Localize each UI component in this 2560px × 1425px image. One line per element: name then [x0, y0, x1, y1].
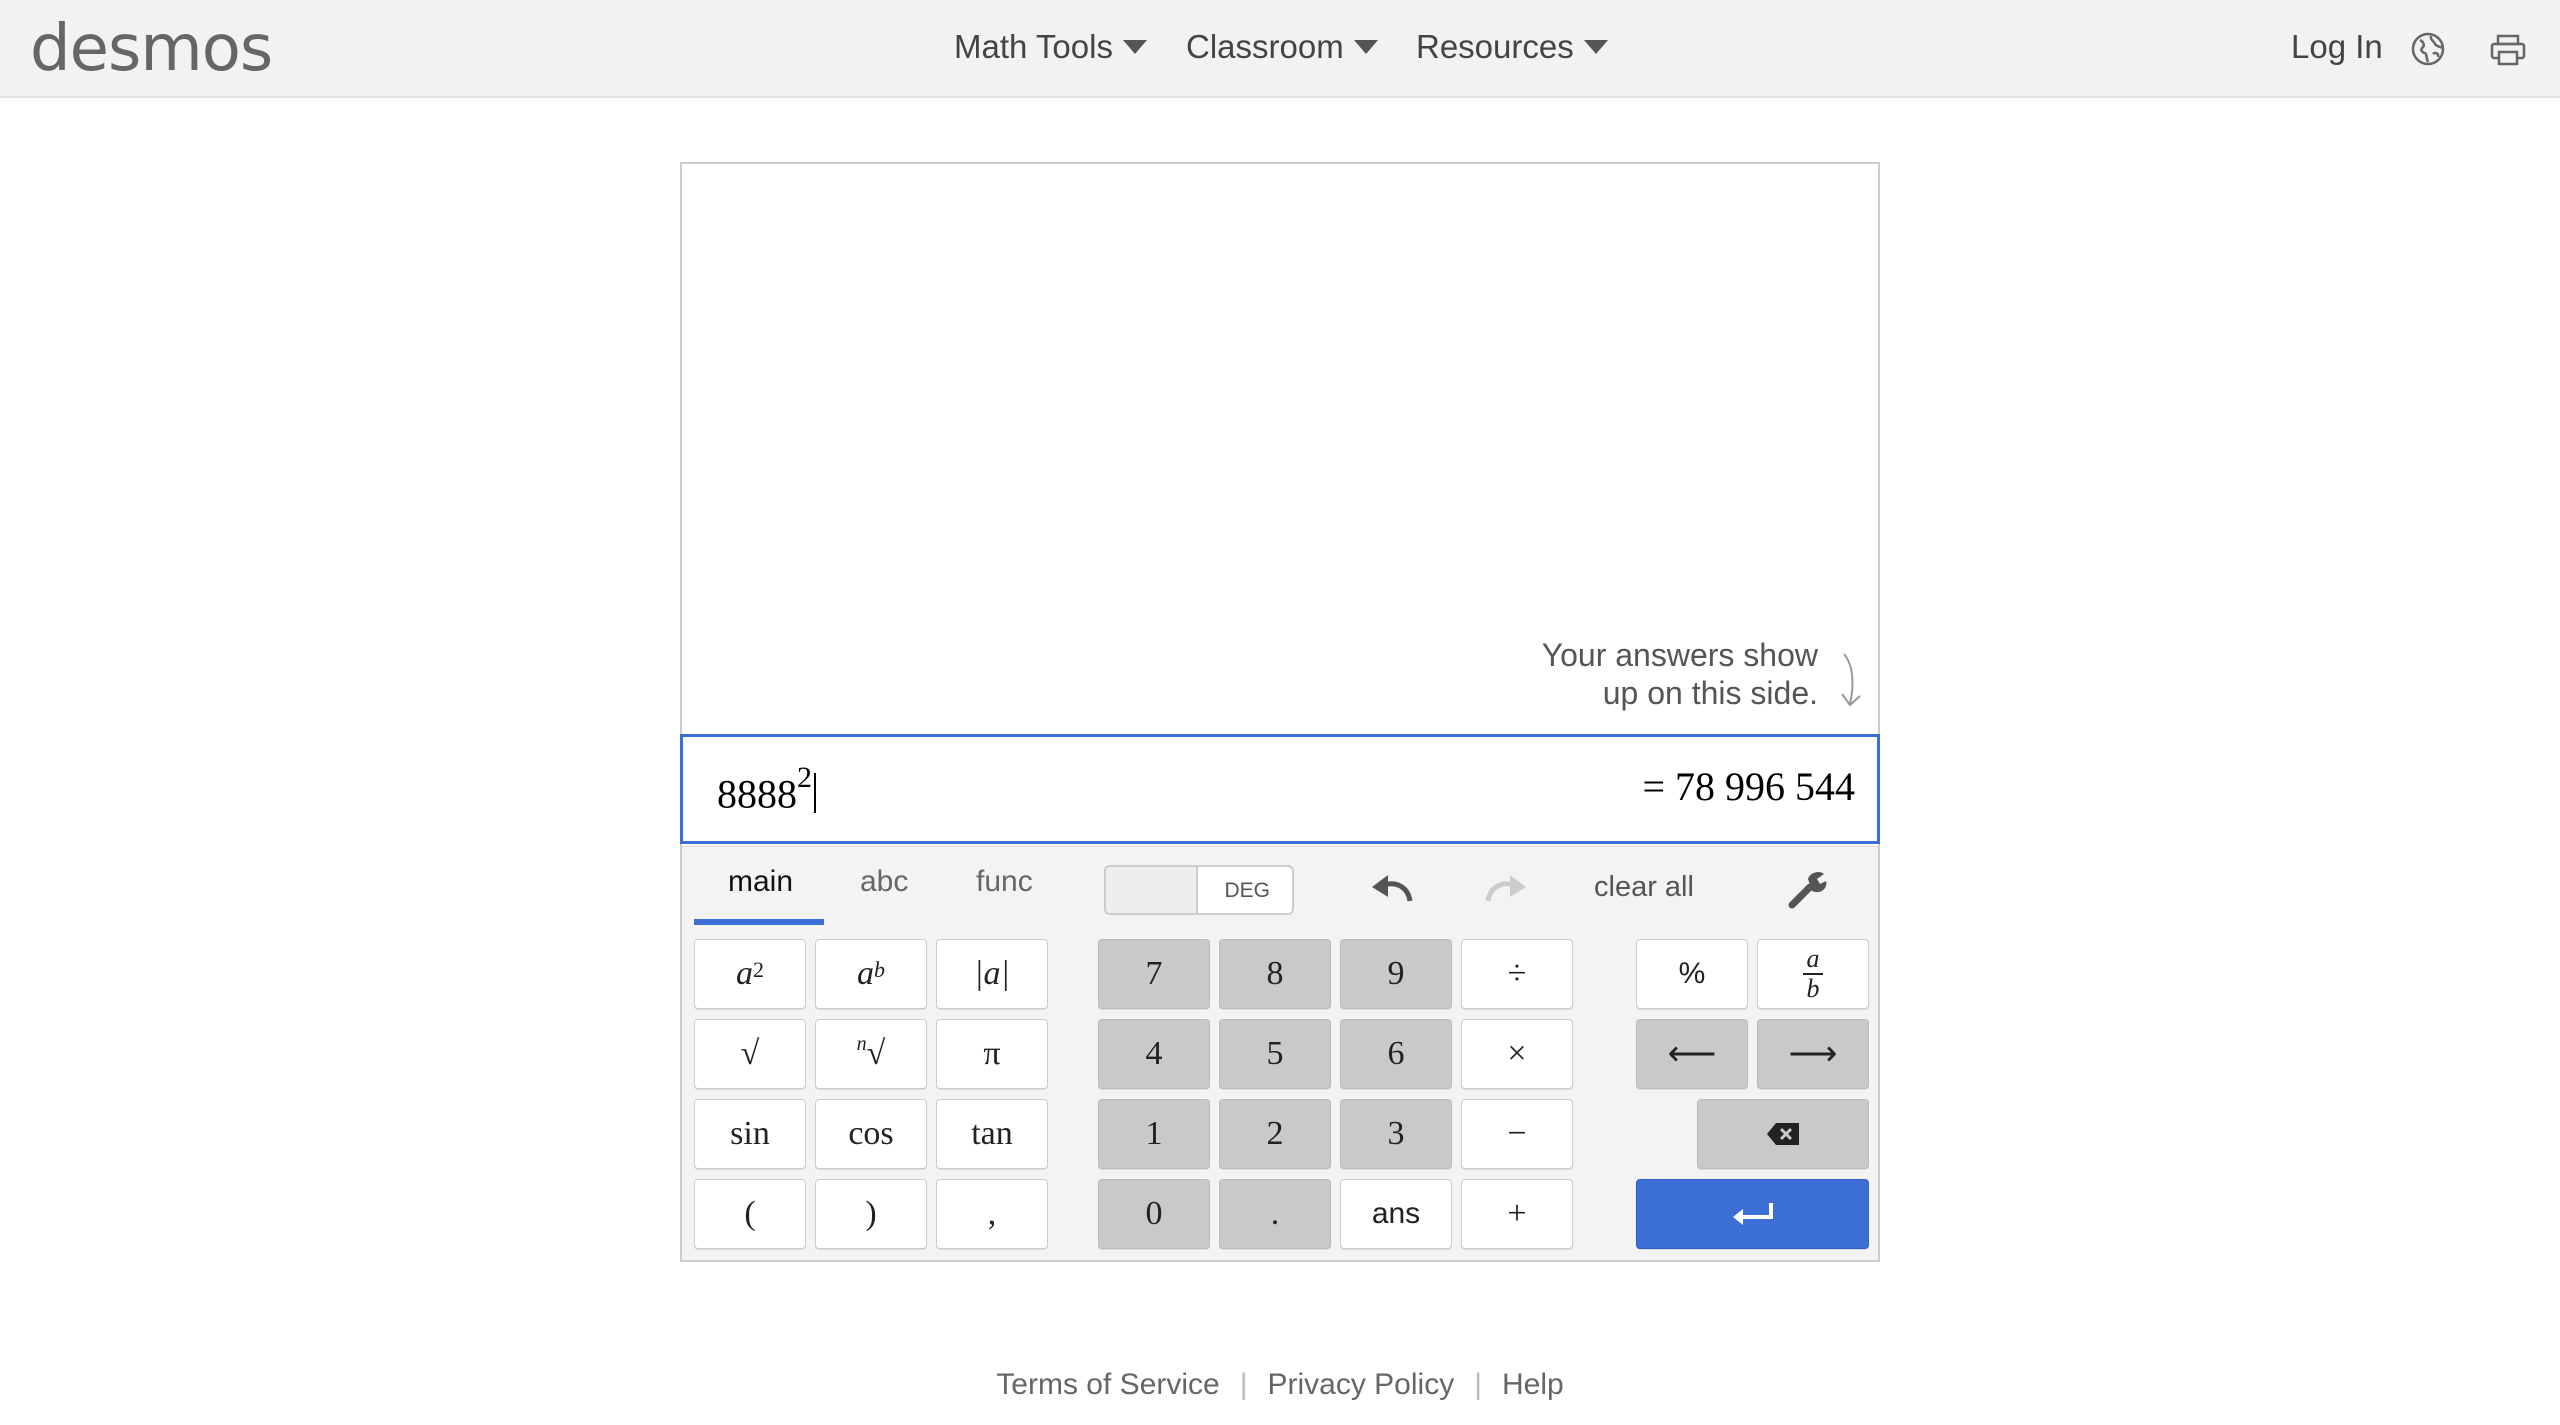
expression-text: 88882 — [717, 761, 816, 817]
right-paren-key[interactable]: ) — [815, 1179, 927, 1249]
nth-root-index: n — [856, 1032, 867, 1055]
power-key[interactable]: ab — [815, 939, 927, 1009]
toggle-knob — [1106, 867, 1198, 913]
terms-of-service-link[interactable]: Terms of Service — [996, 1368, 1219, 1401]
answers-hint-line1: Your answers show — [1541, 637, 1818, 673]
digit-1-key[interactable]: 1 — [1098, 1099, 1210, 1169]
nav-classroom-label: Classroom — [1186, 28, 1344, 65]
digit-5-key[interactable]: 5 — [1219, 1019, 1331, 1089]
undo-icon[interactable] — [1366, 869, 1416, 909]
square-key-exponent: 2 — [753, 957, 764, 982]
percent-key[interactable]: % — [1636, 939, 1748, 1009]
fraction-numerator: a — [1806, 944, 1820, 973]
keypad: main abc func DEG clear all a2 ab |a| 7 … — [682, 846, 1878, 1260]
ans-key[interactable]: ans — [1340, 1179, 1452, 1249]
wrench-icon[interactable] — [1782, 869, 1832, 909]
digit-6-key[interactable]: 6 — [1340, 1019, 1452, 1089]
active-tab-indicator — [694, 919, 824, 925]
subtract-key[interactable]: − — [1461, 1099, 1573, 1169]
login-link[interactable]: Log In — [2291, 28, 2383, 66]
privacy-policy-link[interactable]: Privacy Policy — [1267, 1368, 1454, 1401]
desmos-logo[interactable]: desmos — [30, 12, 273, 86]
decimal-key[interactable]: . — [1219, 1179, 1331, 1249]
abs-key[interactable]: |a| — [936, 939, 1048, 1009]
digit-7-key[interactable]: 7 — [1098, 939, 1210, 1009]
caret-down-icon — [1122, 40, 1147, 54]
tab-abc[interactable]: abc — [860, 865, 908, 899]
cos-key[interactable]: cos — [815, 1099, 927, 1169]
sin-key[interactable]: sin — [694, 1099, 806, 1169]
top-bar: desmos Math Tools Classroom Resources Lo… — [0, 0, 2560, 98]
backspace-icon — [1767, 1123, 1799, 1145]
cursor-right-key[interactable]: ⟶ — [1757, 1019, 1869, 1089]
fraction-denominator: b — [1806, 974, 1820, 1003]
fraction-icon: a b — [1803, 944, 1823, 1003]
cursor-left-key[interactable]: ⟵ — [1636, 1019, 1748, 1089]
tab-func[interactable]: func — [976, 865, 1033, 899]
globe-icon[interactable] — [2411, 32, 2445, 66]
square-key[interactable]: a2 — [694, 939, 806, 1009]
printer-icon[interactable] — [2490, 34, 2526, 66]
caret-down-icon — [1583, 40, 1608, 54]
result-value: = 78 996 544 — [1642, 764, 1855, 809]
angle-mode-toggle[interactable]: DEG — [1104, 865, 1294, 915]
nav-classroom[interactable]: Classroom — [1186, 28, 1378, 66]
enter-key[interactable] — [1636, 1179, 1869, 1249]
help-link[interactable]: Help — [1502, 1368, 1564, 1401]
digit-2-key[interactable]: 2 — [1219, 1099, 1331, 1169]
footer: Terms of Service | Privacy Policy | Help — [0, 1368, 2560, 1402]
footer-separator: | — [1239, 1368, 1248, 1401]
comma-key[interactable]: , — [936, 1179, 1048, 1249]
curved-arrow-down-icon — [1841, 653, 1861, 707]
multiply-key[interactable]: × — [1461, 1019, 1573, 1089]
nav-resources-label: Resources — [1416, 28, 1574, 65]
fraction-key[interactable]: a b — [1757, 939, 1869, 1009]
answers-hint-line2: up on this side. — [1602, 675, 1818, 711]
expression-base: 8888 — [717, 771, 797, 817]
caret-down-icon — [1353, 40, 1378, 54]
footer-separator: | — [1474, 1368, 1482, 1401]
nav-math-tools-label: Math Tools — [954, 28, 1113, 65]
add-key[interactable]: + — [1461, 1179, 1573, 1249]
sqrt-key[interactable]: √ — [694, 1019, 806, 1089]
square-key-base: a — [736, 955, 753, 992]
tan-key[interactable]: tan — [936, 1099, 1048, 1169]
nth-root-key[interactable]: n √ — [815, 1019, 927, 1089]
digit-8-key[interactable]: 8 — [1219, 939, 1331, 1009]
digit-9-key[interactable]: 9 — [1340, 939, 1452, 1009]
redo-icon[interactable] — [1482, 869, 1532, 909]
left-paren-key[interactable]: ( — [694, 1179, 806, 1249]
tab-main[interactable]: main — [728, 865, 793, 899]
nav-resources[interactable]: Resources — [1416, 28, 1608, 66]
nav-math-tools[interactable]: Math Tools — [954, 28, 1147, 66]
power-key-base: a — [857, 955, 874, 992]
nth-root-symbol: √ — [866, 1035, 886, 1072]
divide-key[interactable]: ÷ — [1461, 939, 1573, 1009]
expression-exponent: 2 — [797, 761, 812, 794]
digit-3-key[interactable]: 3 — [1340, 1099, 1452, 1169]
answers-hint: Your answers show up on this side. — [1542, 636, 1818, 712]
expression-input[interactable]: 88882 = 78 996 544 — [680, 734, 1880, 844]
enter-icon — [1732, 1203, 1773, 1225]
digit-4-key[interactable]: 4 — [1098, 1019, 1210, 1089]
abs-key-label: |a| — [974, 955, 1010, 992]
angle-mode-label: DEG — [1224, 879, 1270, 902]
scientific-calculator: Your answers show up on this side. 88882… — [680, 162, 1880, 1262]
pi-key[interactable]: π — [936, 1019, 1048, 1089]
digit-0-key[interactable]: 0 — [1098, 1179, 1210, 1249]
power-key-exponent: b — [874, 957, 885, 982]
clear-all-button[interactable]: clear all — [1594, 871, 1694, 904]
backspace-key[interactable] — [1697, 1099, 1869, 1169]
text-cursor — [814, 773, 816, 814]
